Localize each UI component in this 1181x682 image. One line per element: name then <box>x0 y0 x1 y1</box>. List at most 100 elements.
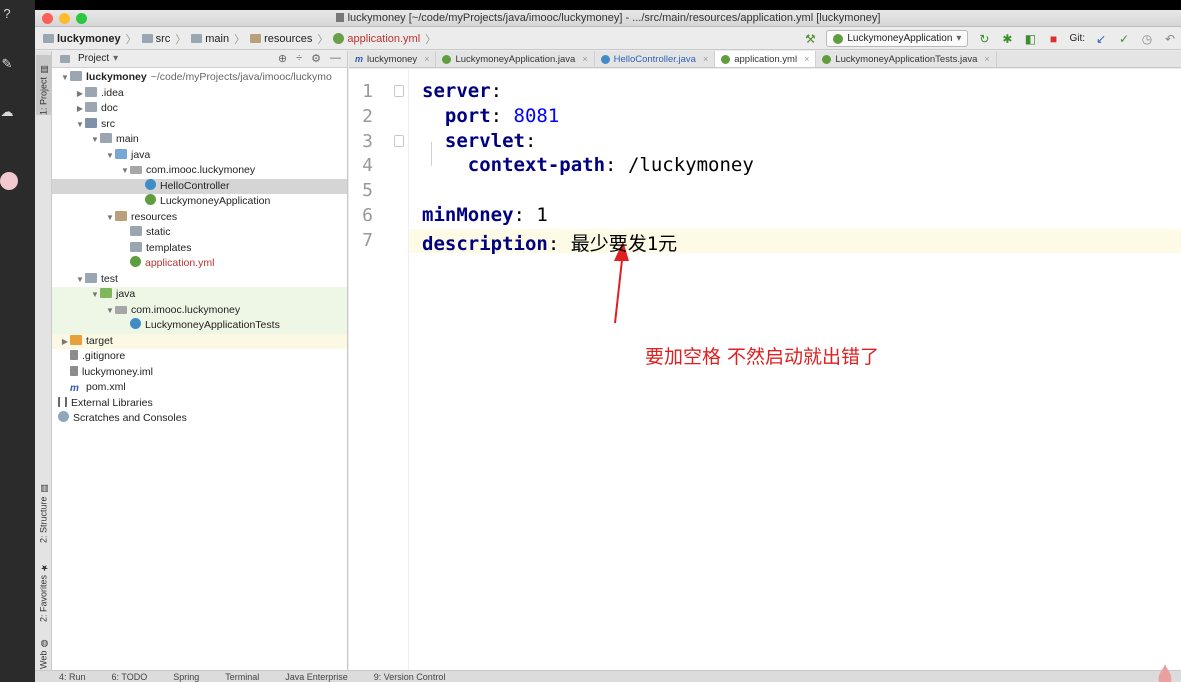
fold-marker-icon[interactable] <box>394 85 404 97</box>
code-line: server: <box>422 80 502 102</box>
navigation-bar: luckymoney 〉 src 〉 main 〉 resources 〉 ap… <box>35 27 1181 50</box>
tree-item[interactable]: ▶ .idea <box>52 86 347 102</box>
folder-icon <box>43 34 54 43</box>
chevron-down-icon: ▾ <box>956 33 962 44</box>
tool-window-button[interactable]: 4: Run <box>59 671 86 682</box>
tool-window-button[interactable]: Spring <box>173 671 199 682</box>
globe-icon: ◍ <box>38 637 49 648</box>
tree-item[interactable]: ▼ test <box>52 272 347 288</box>
tree-item[interactable]: LuckymoneyApplication <box>52 194 347 210</box>
git-history-icon[interactable]: ◷ <box>1140 32 1154 46</box>
tab-web-tool[interactable]: Web ◍ <box>36 633 51 669</box>
breadcrumb-src[interactable]: src <box>141 33 170 45</box>
tree-item-label: HelloController <box>160 179 230 192</box>
tab-favorites-tool[interactable]: 2: Favorites ★ <box>36 556 51 622</box>
star-icon: ★ <box>38 561 49 572</box>
tree-item[interactable]: LuckymoneyApplicationTests <box>52 318 347 334</box>
tree-item-label: src <box>101 117 115 130</box>
breadcrumb-file[interactable]: application.yml <box>333 33 420 45</box>
tab-project-tool[interactable]: 1: Project ▤ <box>36 55 51 115</box>
avatar-icon[interactable] <box>0 172 18 190</box>
breadcrumb-project[interactable]: luckymoney <box>43 33 121 45</box>
spring-icon <box>721 54 731 64</box>
expanded-arrow-icon[interactable]: ▼ <box>90 132 100 148</box>
fold-marker-icon[interactable] <box>394 134 404 147</box>
rerun-icon[interactable]: ↻ <box>977 32 991 46</box>
tree-item[interactable]: ▼ java <box>52 148 347 164</box>
folder-icon <box>85 86 97 97</box>
expanded-arrow-icon[interactable]: ▼ <box>90 287 100 303</box>
tree-item[interactable]: ▶ target <box>52 333 347 350</box>
expanded-arrow-icon[interactable]: ▼ <box>75 272 85 288</box>
collapsed-arrow-icon[interactable]: ▶ <box>60 334 70 350</box>
close-tab-icon[interactable]: × <box>804 54 809 64</box>
debug-icon[interactable]: ✱ <box>1000 32 1014 46</box>
coverage-icon[interactable]: ◧ <box>1023 32 1037 46</box>
resources-folder-icon <box>115 210 127 221</box>
run-config-select[interactable]: LuckymoneyApplication ▾ <box>826 30 969 47</box>
close-tab-icon[interactable]: × <box>703 54 708 64</box>
breadcrumb-resources[interactable]: resources <box>250 33 312 45</box>
tree-item[interactable]: ▶ doc <box>52 101 347 117</box>
gear-icon[interactable]: ⚙ <box>311 52 321 65</box>
tool-window-button[interactable]: Java Enterprise <box>285 671 348 682</box>
close-tab-icon[interactable]: × <box>424 54 429 64</box>
stop-icon[interactable]: ■ <box>1046 32 1060 46</box>
tree-item[interactable]: static <box>52 225 347 241</box>
expanded-arrow-icon[interactable]: ▼ <box>75 117 85 133</box>
project-view-select[interactable]: Project ▾ <box>60 53 118 64</box>
breadcrumb-main[interactable]: main <box>191 33 229 45</box>
tree-item[interactable]: ▼ src <box>52 117 347 133</box>
window-title: luckymoney [~/code/myProjects/java/imooc… <box>35 12 1181 24</box>
tree-item[interactable]: HelloController <box>52 178 347 194</box>
tree-item[interactable]: templates <box>52 241 347 257</box>
tree-item[interactable]: ▼ com.imooc.luckymoney <box>52 163 347 179</box>
tree-item[interactable]: ▼ java <box>52 287 347 303</box>
close-tab-icon[interactable]: × <box>582 54 587 64</box>
left-tool-strip: 1: Project ▤ 2: Structure ▥ 2: Favorites ★ … <box>35 51 52 682</box>
pencil-icon[interactable]: ✎ <box>0 56 14 72</box>
tool-window-button[interactable]: 9: Version Control <box>374 671 446 682</box>
collapse-all-icon[interactable]: ÷ <box>296 52 302 65</box>
editor-tab[interactable]: LuckymoneyApplicationTests.java × <box>816 51 997 67</box>
editor-tab[interactable]: application.yml × <box>715 51 817 67</box>
tree-item-label: luckymoney.iml <box>82 365 153 378</box>
tree-item[interactable]: .gitignore <box>52 349 347 365</box>
tree-item[interactable]: application.yml <box>52 256 347 272</box>
build-hammer-icon[interactable]: ⚒ <box>803 32 817 46</box>
editor-tab[interactable]: LuckymoneyApplication.java × <box>436 51 595 67</box>
scroll-from-source-icon[interactable]: ⊕ <box>278 52 287 65</box>
editor-tab[interactable]: HelloController.java × <box>595 51 716 67</box>
tab-structure-tool[interactable]: 2: Structure ▥ <box>36 481 51 543</box>
tree-item-label: com.imooc.luckymoney <box>131 303 241 316</box>
tree-item[interactable]: m pom.xml <box>52 380 347 396</box>
tree-item[interactable]: Scratches and Consoles <box>52 411 347 427</box>
tree-item[interactable]: luckymoney.iml <box>52 365 347 381</box>
expanded-arrow-icon[interactable]: ▼ <box>105 148 115 164</box>
expanded-arrow-icon[interactable]: ▼ <box>120 163 130 179</box>
collapsed-arrow-icon[interactable]: ▶ <box>75 101 85 117</box>
git-revert-icon[interactable]: ↶ <box>1163 32 1177 46</box>
tool-window-button[interactable]: 6: TODO <box>112 671 148 682</box>
code-editor[interactable]: 要加空格 不然启动就出错了 1 server: 2 port: 8081 3 serv… <box>349 69 1181 670</box>
cloud-icon[interactable]: ☁ <box>0 104 14 120</box>
yaml-separator: : <box>490 80 503 102</box>
tree-item[interactable]: ▼ resources <box>52 210 347 226</box>
help-icon[interactable]: ? <box>0 6 14 22</box>
editor-tab[interactable]: m luckymoney × <box>349 51 437 67</box>
expanded-arrow-icon[interactable]: ▼ <box>105 303 115 319</box>
tree-item-label: LuckymoneyApplicationTests <box>145 319 280 331</box>
tool-window-button[interactable]: Terminal <box>225 671 259 682</box>
git-update-icon[interactable]: ↙ <box>1094 32 1108 46</box>
collapsed-arrow-icon[interactable]: ▶ <box>75 86 85 102</box>
close-tab-icon[interactable]: × <box>984 54 989 64</box>
yaml-key: port <box>444 104 491 127</box>
tree-item[interactable]: ▼ luckymoney ~/code/myProjects/java/imooc/… <box>52 70 347 86</box>
hide-panel-icon[interactable]: — <box>330 52 341 65</box>
tree-item[interactable]: External Libraries <box>52 396 347 412</box>
tree-item[interactable]: ▼ com.imooc.luckymoney <box>52 302 347 319</box>
git-commit-icon[interactable]: ✓ <box>1117 32 1131 46</box>
expanded-arrow-icon[interactable]: ▼ <box>60 70 70 86</box>
tree-item[interactable]: ▼ main <box>52 132 347 148</box>
expanded-arrow-icon[interactable]: ▼ <box>105 210 115 226</box>
